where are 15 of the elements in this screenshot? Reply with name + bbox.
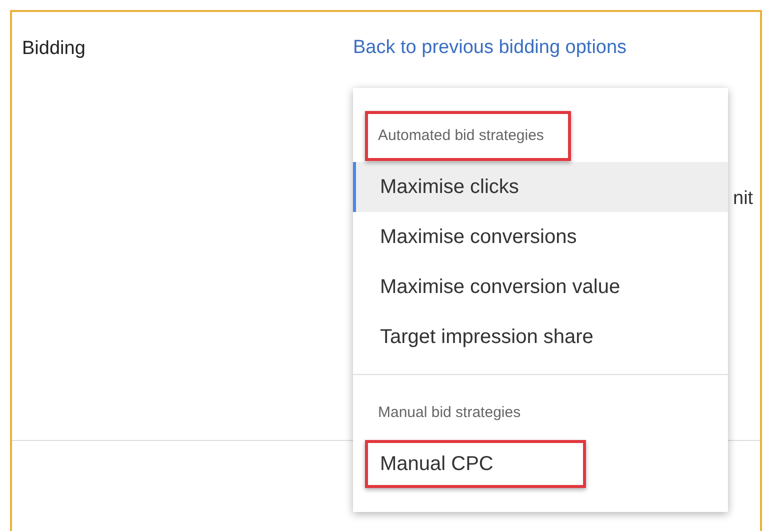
- menu-item[interactable]: Maximise conversion value: [353, 262, 728, 312]
- item-label: Target impression share: [379, 325, 594, 350]
- menu-item[interactable]: Maximise conversions: [353, 212, 728, 262]
- item-label: Manual CPC: [365, 440, 586, 488]
- group-header: Manual bid strategies: [377, 402, 521, 423]
- item-label: Maximise conversions: [379, 225, 577, 250]
- section-title: Bidding: [22, 38, 86, 59]
- menu-item[interactable]: Target impression share: [353, 312, 728, 362]
- menu-item[interactable]: Manual CPC: [353, 439, 728, 489]
- item-label: Maximise clicks: [379, 175, 519, 200]
- group-header: Automated bid strategies: [365, 110, 571, 162]
- menu-item[interactable]: Maximise clicks: [353, 162, 728, 212]
- item-label: Maximise conversion value: [379, 275, 620, 300]
- back-link[interactable]: Back to previous bidding options: [353, 37, 627, 58]
- option-text: nit: [733, 187, 754, 211]
